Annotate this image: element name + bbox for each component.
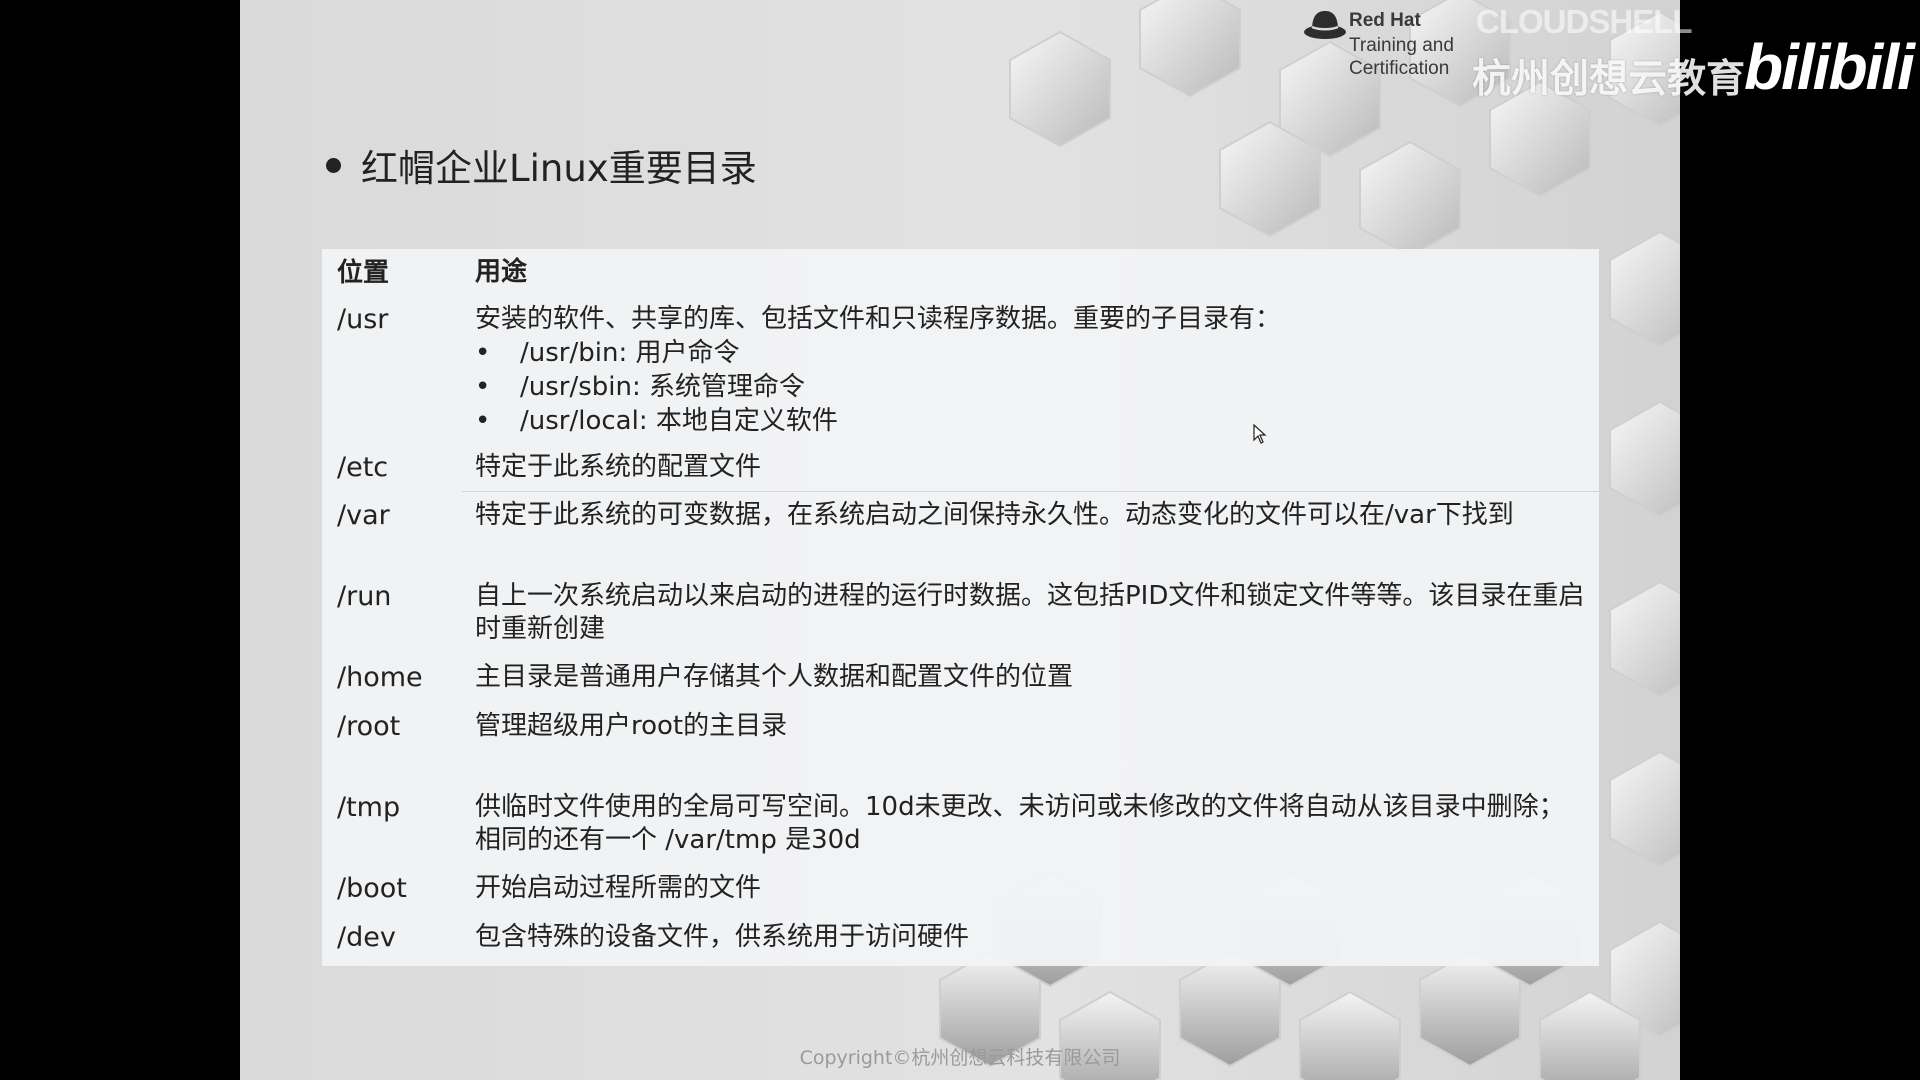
logo-brand-name: Red Hat (1349, 10, 1421, 31)
header-desc: 用途 (475, 257, 528, 287)
row-desc: 安装的软件、共享的库、包括文件和只读程序数据。重要的子目录有： /usr/bin… (475, 303, 1590, 438)
bilibili-logo: bilibili (1744, 31, 1915, 103)
row-path: /var (337, 500, 390, 531)
row-path: /etc (337, 452, 389, 483)
list-item: /usr/local: 本地自定义软件 (475, 404, 1590, 438)
redhat-hat-icon (1304, 11, 1346, 39)
row-path: /home (337, 662, 423, 693)
list-item: /usr/sbin: 系统管理命令 (475, 370, 1590, 404)
row-path: /root (337, 711, 401, 742)
row-path: /dev (337, 922, 396, 953)
logo-subtitle: Training and Certification (1349, 35, 1454, 79)
cloudshell-watermark: CLOUDSHELL (1476, 3, 1692, 40)
row-path: /tmp (337, 792, 401, 823)
row-divider (462, 491, 1599, 492)
subdirectory-list: /usr/bin: 用户命令 /usr/sbin: 系统管理命令 /usr/lo… (475, 336, 1590, 438)
row-desc: 包含特殊的设备文件，供系统用于访问硬件 (475, 922, 970, 952)
row-path: /run (337, 581, 392, 612)
slide-title-text: 红帽企业Linux重要目录 (361, 147, 757, 190)
bullet-dot-icon (326, 157, 341, 173)
row-desc: 自上一次系统启动以来启动的进程的运行时数据。这包括PID文件和锁定文件等等。该目… (475, 581, 1585, 644)
header-path: 位置 (337, 258, 390, 288)
row-desc: 开始启动过程所需的文件 (475, 873, 762, 903)
mouse-cursor-icon (1253, 424, 1267, 444)
row-desc: 管理超级用户root的主目录 (475, 711, 788, 741)
presentation-slide: Red Hat Training and Certification 红帽企业L… (240, 0, 1680, 1080)
row-desc: 特定于此系统的可变数据，在系统启动之间保持永久性。动态变化的文件可以在/var下… (475, 500, 1514, 530)
slide-title: 红帽企业Linux重要目录 (326, 138, 757, 192)
copyright-footer: Copyright©杭州创想云科技有限公司 (799, 1047, 1121, 1069)
row-desc: 主目录是普通用户存储其个人数据和配置文件的位置 (475, 662, 1074, 692)
directory-table: 位置 用途 /usr 安装的软件、共享的库、包括文件和只读程序数据。重要的子目录… (322, 249, 1599, 966)
edu-watermark: 杭州创想云教育 (1472, 57, 1746, 102)
row-path: /boot (337, 873, 407, 904)
row-path: /usr (337, 304, 389, 335)
video-frame: Red Hat Training and Certification 红帽企业L… (0, 0, 1920, 1080)
list-item: /usr/bin: 用户命令 (475, 336, 1590, 370)
row-desc-text: 安装的软件、共享的库、包括文件和只读程序数据。重要的子目录有： (475, 304, 1282, 334)
redhat-logo: Red Hat Training and Certification (1303, 8, 1483, 88)
row-desc: 供临时文件使用的全局可写空间。10d未更改、未访问或未修改的文件将自动从该目录中… (475, 792, 1565, 855)
row-desc: 特定于此系统的配置文件 (475, 452, 762, 482)
